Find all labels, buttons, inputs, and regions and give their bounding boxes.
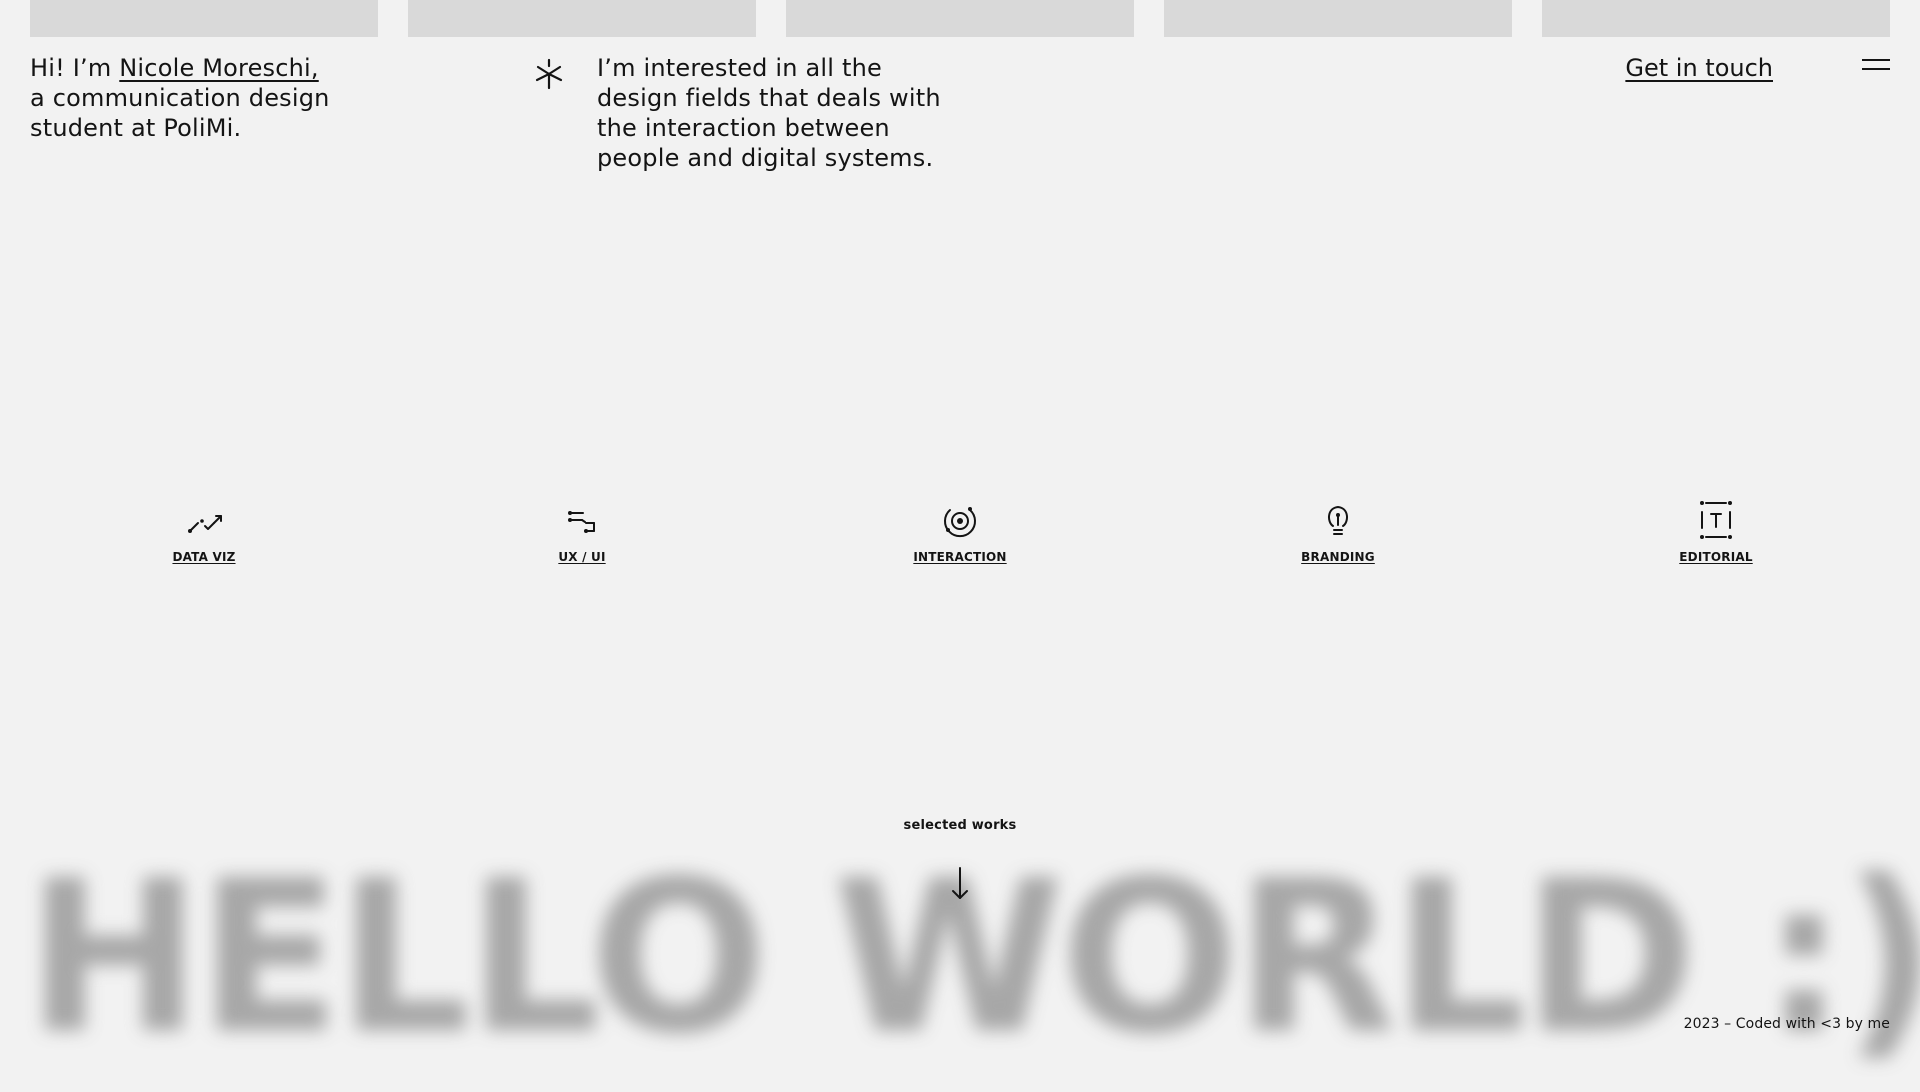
arrow-down-icon[interactable] — [949, 866, 971, 902]
top-bar — [1164, 0, 1512, 37]
top-bars — [30, 0, 1890, 37]
intro-greeting: Hi! I’m — [30, 54, 120, 82]
menu-line — [1862, 59, 1890, 62]
target-orbit-icon — [944, 507, 976, 538]
top-bar — [30, 0, 378, 37]
chart-trend-icon — [188, 515, 222, 533]
top-bar — [786, 0, 1134, 37]
intro-line-3: student at PoliMi. — [30, 114, 242, 142]
category-interaction[interactable]: INTERACTION — [786, 500, 1134, 564]
category-label: UX / UI — [558, 550, 606, 564]
category-label: BRANDING — [1301, 550, 1375, 564]
interest-text: I’m interested in all the design fields … — [597, 53, 977, 173]
interest-line-2: design fields that deals with — [597, 84, 941, 112]
category-ux-ui[interactable]: UX / UI — [408, 500, 756, 564]
selected-works-label: selected works — [903, 818, 1017, 833]
flow-icon — [568, 511, 595, 533]
intro-text: Hi! I’m Nicole Moreschi, a communication… — [30, 53, 390, 143]
interest-line-3: the interaction between — [597, 114, 890, 142]
hamburger-menu-icon[interactable] — [1862, 57, 1890, 73]
category-label: INTERACTION — [913, 550, 1007, 564]
asterisk-icon — [535, 58, 563, 90]
category-branding[interactable]: BRANDING — [1164, 500, 1512, 564]
get-in-touch-link[interactable]: Get in touch — [1625, 53, 1773, 83]
category-list: DATA VIZ UX / UI INTERACTION BRANDING ED… — [30, 500, 1890, 564]
category-data-viz[interactable]: DATA VIZ — [30, 500, 378, 564]
category-label: EDITORIAL — [1679, 550, 1753, 564]
interest-line-1: I’m interested in all the — [597, 54, 882, 82]
hero-blurred-text: HELLO WORLD :) — [26, 835, 1920, 1080]
footer-credit: 2023 – Coded with <3 by me — [1683, 1016, 1890, 1032]
name-link[interactable]: Nicole Moreschi, — [119, 54, 318, 82]
category-editorial[interactable]: EDITORIAL — [1542, 500, 1890, 564]
interest-line-4: people and digital systems. — [597, 144, 934, 172]
lightbulb-icon — [1328, 505, 1348, 535]
menu-line — [1862, 68, 1890, 71]
top-bar — [408, 0, 756, 37]
text-frame-icon — [1700, 501, 1732, 539]
intro-line-2: a communication design — [30, 84, 330, 112]
page: Hi! I’m Nicole Moreschi, a communication… — [0, 0, 1920, 1092]
category-label: DATA VIZ — [172, 550, 236, 564]
top-bar — [1542, 0, 1890, 37]
